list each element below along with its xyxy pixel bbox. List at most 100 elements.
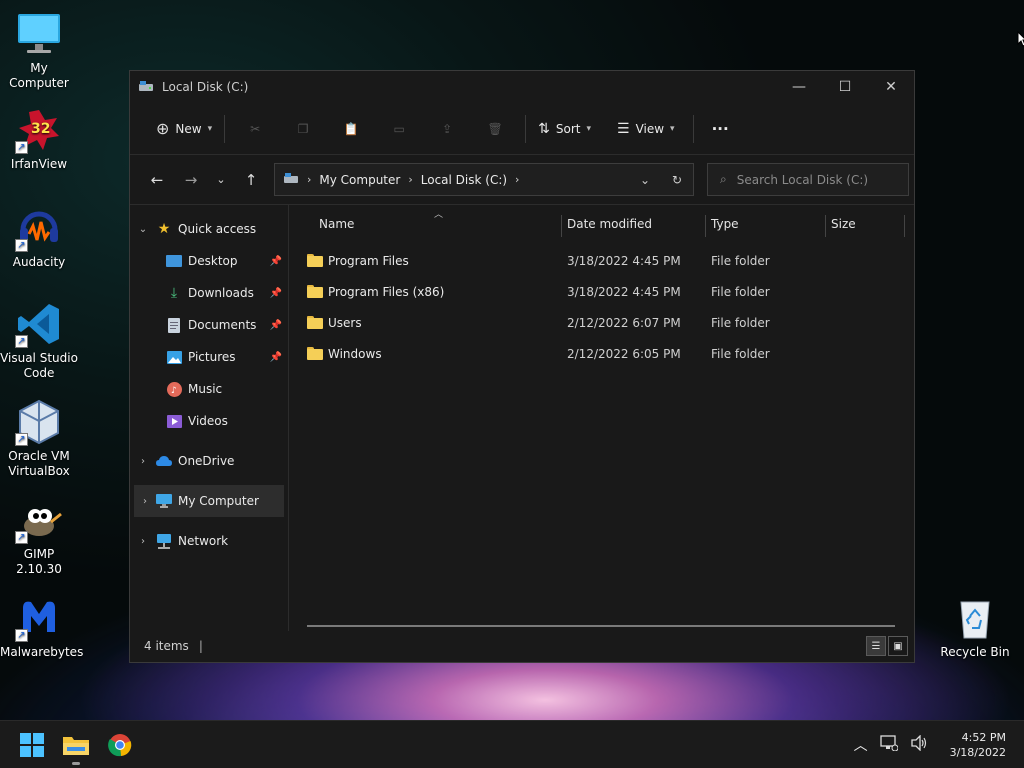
address-bar[interactable]: › My Computer › Local Disk (C:) › ⌄ ↻ bbox=[274, 163, 694, 196]
nav-item-label: Quick access bbox=[178, 222, 257, 236]
desktop-icon-malwarebytes[interactable]: ↗ Malwarebytes bbox=[0, 594, 83, 660]
desktop-icon-audacity[interactable]: ↗ Audacity bbox=[0, 204, 78, 270]
desktop-icon-my-computer[interactable]: My Computer bbox=[0, 10, 78, 91]
table-row[interactable]: Program Files (x86) 3/18/2022 4:45 PM Fi… bbox=[289, 276, 914, 307]
nav-item-network[interactable]: › Network bbox=[130, 525, 288, 557]
network-icon bbox=[156, 533, 172, 549]
up-button[interactable]: ↑ bbox=[236, 165, 266, 195]
column-header-date[interactable]: Date modified bbox=[567, 209, 705, 239]
view-button[interactable]: ☰ View ▾ bbox=[611, 113, 681, 145]
rename-icon[interactable]: ▭ bbox=[375, 113, 423, 145]
music-icon: ♪ bbox=[166, 381, 182, 397]
nav-item-pictures[interactable]: Pictures 📌 bbox=[130, 341, 288, 373]
delete-icon[interactable]: 🗑 bbox=[471, 113, 519, 145]
desktop-icon-label: GIMP 2.10.30 bbox=[16, 547, 62, 576]
large-icons-view-button[interactable]: ▣ bbox=[888, 636, 908, 656]
column-divider[interactable] bbox=[705, 215, 706, 237]
column-header-size[interactable]: Size bbox=[831, 209, 901, 239]
column-header-name[interactable]: Name bbox=[319, 209, 561, 239]
more-options-icon: ··· bbox=[711, 119, 729, 138]
taskbar-file-explorer[interactable] bbox=[54, 723, 98, 767]
title-bar[interactable]: Local Disk (C:) — ☐ ✕ bbox=[130, 71, 914, 103]
nav-item-label: Music bbox=[188, 382, 223, 396]
svg-text:♪: ♪ bbox=[171, 386, 177, 396]
shortcut-arrow-icon: ↗ bbox=[15, 531, 28, 544]
table-row[interactable]: Program Files 3/18/2022 4:45 PM File fol… bbox=[289, 245, 914, 276]
pin-icon[interactable]: 📌 bbox=[270, 320, 282, 331]
minimize-button[interactable]: — bbox=[776, 71, 822, 103]
desktop-folder-icon bbox=[166, 253, 182, 269]
file-date: 2/12/2022 6:05 PM bbox=[567, 346, 681, 361]
more-options-button[interactable]: ··· bbox=[706, 113, 735, 145]
search-input[interactable]: ⌕ Search Local Disk (C:) bbox=[707, 163, 909, 196]
column-header-type[interactable]: Type bbox=[711, 209, 825, 239]
taskbar-chrome[interactable] bbox=[98, 723, 142, 767]
pin-icon[interactable]: 📌 bbox=[270, 256, 282, 267]
table-row[interactable]: Users 2/12/2022 6:07 PM File folder bbox=[289, 307, 914, 338]
view-button-label: View bbox=[635, 121, 665, 136]
expand-chevron-icon[interactable]: › bbox=[130, 536, 156, 547]
desktop-icon-label: Recycle Bin bbox=[940, 645, 1010, 659]
document-icon bbox=[166, 317, 182, 333]
refresh-icon[interactable]: ↻ bbox=[661, 173, 693, 187]
nav-item-desktop[interactable]: Desktop 📌 bbox=[130, 245, 288, 277]
collapse-chevron-icon[interactable]: ⌄ bbox=[130, 224, 156, 235]
cut-icon[interactable]: ✂ bbox=[231, 113, 279, 145]
sort-button-label: Sort bbox=[555, 121, 581, 136]
volume-icon[interactable] bbox=[910, 734, 928, 754]
monitor-icon bbox=[15, 10, 63, 58]
expand-chevron-icon[interactable]: › bbox=[134, 496, 156, 507]
address-history-chevron-icon[interactable]: ⌄ bbox=[629, 173, 661, 187]
desktop-icon-recycle-bin[interactable]: Recycle Bin bbox=[936, 594, 1014, 660]
nav-item-videos[interactable]: Videos bbox=[130, 405, 288, 437]
column-divider[interactable] bbox=[904, 215, 905, 237]
file-explorer-window[interactable]: Local Disk (C:) — ☐ ✕ ⊕ New ▾ ✂ ❐ 📋 ▭ ⇪ … bbox=[129, 70, 915, 663]
network-status-icon[interactable] bbox=[879, 735, 899, 754]
desktop-icon-gimp[interactable]: ↗ GIMP 2.10.30 bbox=[0, 496, 78, 577]
paste-icon[interactable]: 📋 bbox=[327, 113, 375, 145]
desktop-icon-vscode[interactable]: ↗ Visual Studio Code bbox=[0, 300, 78, 381]
new-button[interactable]: ⊕ New ▾ bbox=[150, 113, 218, 145]
search-icon: ⌕ bbox=[720, 172, 727, 186]
desktop-icon-virtualbox[interactable]: ↗ Oracle VM VirtualBox bbox=[0, 398, 78, 479]
folder-icon bbox=[307, 254, 323, 267]
show-hidden-icons-chevron-icon[interactable]: ︿ bbox=[854, 735, 868, 755]
desktop-icon-irfanview[interactable]: 32 ↗ IrfanView bbox=[0, 106, 78, 172]
download-arrow-icon: ⤓ bbox=[170, 285, 178, 301]
close-button[interactable]: ✕ bbox=[868, 71, 914, 103]
column-divider[interactable] bbox=[825, 215, 826, 237]
status-bar: 4 items | ☰ ▣ bbox=[130, 631, 914, 661]
pin-icon[interactable]: 📌 bbox=[270, 288, 282, 299]
file-type: File folder bbox=[711, 284, 770, 299]
breadcrumb-local-disk[interactable]: Local Disk (C:) bbox=[421, 173, 507, 187]
forward-button[interactable]: → bbox=[176, 165, 206, 195]
nav-item-documents[interactable]: Documents 📌 bbox=[130, 309, 288, 341]
nav-item-label: Pictures bbox=[188, 350, 236, 364]
breadcrumb-separator-icon[interactable]: › bbox=[408, 173, 412, 186]
share-icon[interactable]: ⇪ bbox=[423, 113, 471, 145]
nav-item-quick-access[interactable]: ⌄ ★ Quick access bbox=[130, 213, 288, 245]
breadcrumb-separator-icon[interactable]: › bbox=[307, 173, 311, 186]
horizontal-scrollbar[interactable] bbox=[307, 625, 895, 627]
copy-icon[interactable]: ❐ bbox=[279, 113, 327, 145]
column-divider[interactable] bbox=[561, 215, 562, 237]
expand-chevron-icon[interactable]: › bbox=[130, 456, 156, 467]
breadcrumb-separator-icon[interactable]: › bbox=[515, 173, 519, 186]
sort-button[interactable]: ⇅ Sort ▾ bbox=[532, 113, 597, 145]
nav-item-downloads[interactable]: ⤓ Downloads 📌 bbox=[130, 277, 288, 309]
breadcrumb-my-computer[interactable]: My Computer bbox=[319, 173, 400, 187]
details-view-button[interactable]: ☰ bbox=[866, 636, 886, 656]
chevron-down-icon: ▾ bbox=[670, 123, 675, 134]
pin-icon[interactable]: 📌 bbox=[270, 352, 282, 363]
table-row[interactable]: Windows 2/12/2022 6:05 PM File folder bbox=[289, 338, 914, 369]
nav-item-onedrive[interactable]: › OneDrive bbox=[130, 445, 288, 477]
clock[interactable]: 4:52 PM 3/18/2022 bbox=[950, 730, 1006, 760]
command-bar: ⊕ New ▾ ✂ ❐ 📋 ▭ ⇪ 🗑 ⇅ Sort ▾ ☰ View ▾ ··… bbox=[130, 103, 914, 155]
start-button[interactable] bbox=[10, 723, 54, 767]
back-button[interactable]: ← bbox=[142, 165, 172, 195]
nav-item-music[interactable]: ♪ Music bbox=[130, 373, 288, 405]
maximize-button[interactable]: ☐ bbox=[822, 71, 868, 103]
nav-item-my-computer[interactable]: › My Computer bbox=[134, 485, 284, 517]
recent-locations-button[interactable]: ⌄ bbox=[206, 165, 236, 195]
nav-item-label: Network bbox=[178, 534, 229, 548]
